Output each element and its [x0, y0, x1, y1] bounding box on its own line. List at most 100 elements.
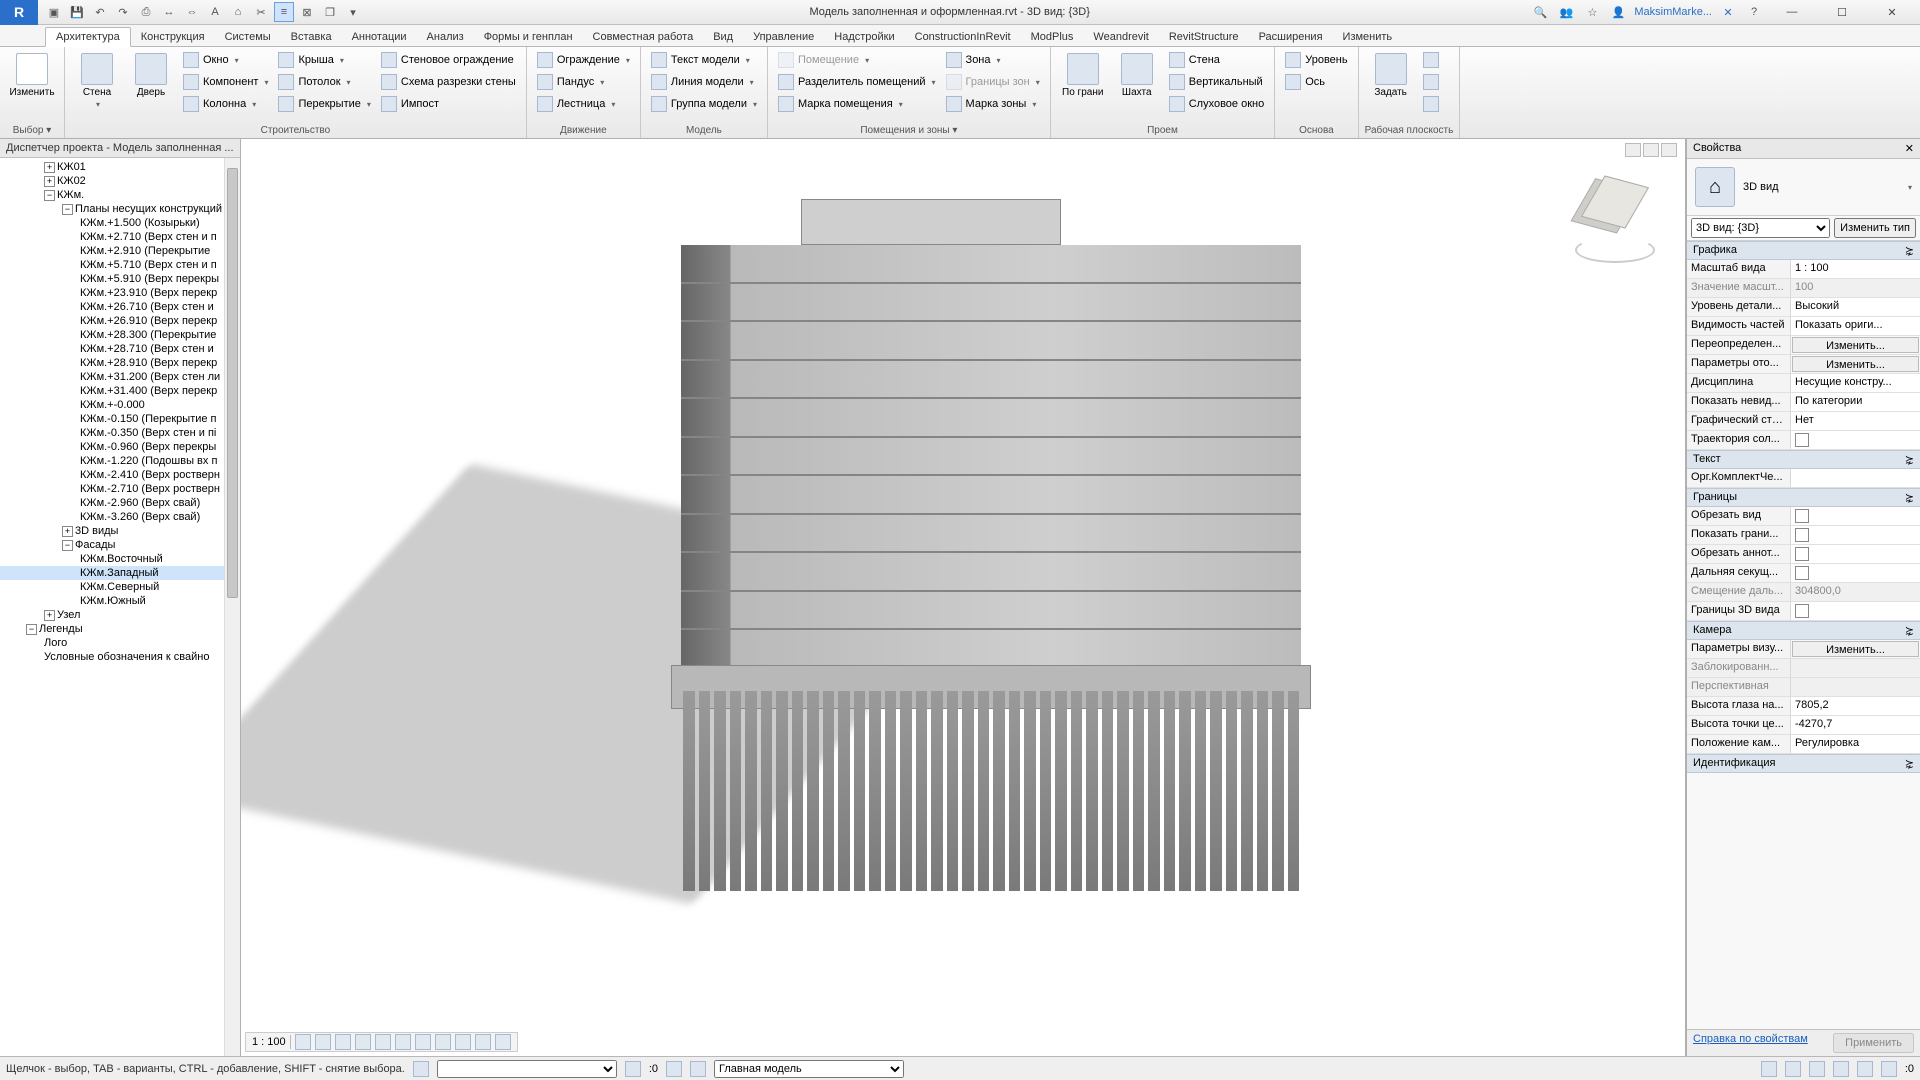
workset-icon[interactable]: [413, 1061, 429, 1077]
3d-icon[interactable]: ⌂: [228, 2, 248, 22]
qat-dropdown-icon[interactable]: ▾: [343, 2, 363, 22]
shadows-icon[interactable]: [355, 1034, 371, 1050]
maximize-button[interactable]: ☐: [1820, 0, 1864, 24]
ribbon-item[interactable]: Слуховое окно: [1165, 93, 1269, 115]
ribbon-item[interactable]: Ограждение▾: [533, 49, 634, 71]
property-group-header[interactable]: Графика⋩: [1687, 241, 1920, 260]
ribbon-item[interactable]: Колонна▾: [179, 93, 272, 115]
tree-item[interactable]: КЖм.+5.910 (Верх перекры: [0, 272, 240, 286]
ribbon-tab-16[interactable]: Изменить: [1333, 28, 1403, 46]
select-links-icon[interactable]: [1761, 1061, 1777, 1077]
tree-item[interactable]: + КЖ02: [0, 174, 240, 188]
property-value[interactable]: [1791, 507, 1920, 525]
property-group-header[interactable]: Текст⋩: [1687, 450, 1920, 469]
text-icon[interactable]: A: [205, 2, 225, 22]
signin-icon[interactable]: 👤: [1608, 2, 1628, 22]
editable-only-icon[interactable]: [666, 1061, 682, 1077]
expand-icon[interactable]: +: [44, 176, 55, 187]
redo-icon[interactable]: ↷: [113, 2, 133, 22]
properties-body[interactable]: Графика⋩Масштаб вида1 : 100Значение масш…: [1687, 241, 1920, 1029]
tree-item[interactable]: КЖм.+23.910 (Верх перекр: [0, 286, 240, 300]
property-value[interactable]: 7805,2: [1791, 697, 1920, 715]
ribbon-item[interactable]: Окно▾: [179, 49, 272, 71]
edit-type-button[interactable]: Изменить тип: [1834, 218, 1916, 238]
property-value[interactable]: Регулировка: [1791, 735, 1920, 753]
property-value[interactable]: [1791, 526, 1920, 544]
property-value[interactable]: [1791, 678, 1920, 696]
tree-item[interactable]: КЖм.+26.910 (Верх перекр: [0, 314, 240, 328]
ribbon-tab-10[interactable]: Надстройки: [824, 28, 904, 46]
measure-icon[interactable]: ↔: [159, 2, 179, 22]
close-icon[interactable]: ✕: [1905, 142, 1914, 155]
reveal-icon[interactable]: [475, 1034, 491, 1050]
lock-icon[interactable]: [435, 1034, 451, 1050]
ribbon-item[interactable]: Группа модели▾: [647, 93, 761, 115]
view-scale[interactable]: 1 : 100: [252, 1036, 286, 1048]
select-underlay-icon[interactable]: [1785, 1061, 1801, 1077]
property-value[interactable]: Показать ориги...: [1791, 317, 1920, 335]
close-inactive-icon[interactable]: ⊠: [297, 2, 317, 22]
tree-item[interactable]: КЖм.-0.150 (Перекрытие п: [0, 412, 240, 426]
comm-icon[interactable]: 👥: [1556, 2, 1576, 22]
ribbon-item[interactable]: Зона▾: [942, 49, 1044, 71]
ribbon-tab-11[interactable]: ConstructionInRevit: [905, 28, 1021, 46]
tree-item[interactable]: Условные обозначения к свайно: [0, 650, 240, 664]
ribbon-tab-6[interactable]: Формы и генплан: [474, 28, 583, 46]
property-value[interactable]: [1791, 431, 1920, 449]
ribbon-item[interactable]: Лестница▾: [533, 93, 634, 115]
ribbon-item[interactable]: Стеновое ограждение: [377, 49, 520, 71]
ribbon-tab-8[interactable]: Вид: [703, 28, 743, 46]
tree-item[interactable]: КЖм.Северный: [0, 580, 240, 594]
property-value[interactable]: 100: [1791, 279, 1920, 297]
align-icon[interactable]: ⇔: [182, 2, 202, 22]
expand-icon[interactable]: −: [44, 190, 55, 201]
ribbon-item[interactable]: Разделитель помещений▾: [774, 71, 940, 93]
ribbon-tab-0[interactable]: Архитектура: [45, 27, 131, 47]
ribbon-item[interactable]: Границы зон▾: [942, 71, 1044, 93]
search-icon[interactable]: 🔍: [1530, 2, 1550, 22]
ribbon-item[interactable]: Марка зоны▾: [942, 93, 1044, 115]
property-value[interactable]: Изменить...: [1792, 641, 1919, 657]
view-canvas[interactable]: [241, 139, 1685, 1056]
scrollbar[interactable]: [224, 158, 240, 1056]
ribbon-item[interactable]: Марка помещения▾: [774, 93, 940, 115]
view-3d[interactable]: 1 : 100: [241, 139, 1686, 1056]
ribbon-tab-2[interactable]: Системы: [215, 28, 281, 46]
drag-icon[interactable]: [1857, 1061, 1873, 1077]
tree-item[interactable]: КЖм.-3.260 (Верх свай): [0, 510, 240, 524]
apply-button[interactable]: Применить: [1833, 1033, 1914, 1053]
ribbon-tab-13[interactable]: Weandrevit: [1083, 28, 1158, 46]
door-button[interactable]: Дверь: [125, 49, 177, 102]
save-icon[interactable]: 💾: [67, 2, 87, 22]
minimize-button[interactable]: —: [1770, 0, 1814, 24]
tree-item[interactable]: КЖм.+31.200 (Верх стен ли: [0, 370, 240, 384]
by-face-button[interactable]: По грани: [1057, 49, 1109, 102]
tree-item[interactable]: КЖм.-1.220 (Подошвы вх п: [0, 454, 240, 468]
tree-item[interactable]: КЖм.-0.960 (Верх перекры: [0, 440, 240, 454]
tree-item[interactable]: КЖм.+31.400 (Верх перекр: [0, 384, 240, 398]
close-button[interactable]: ✕: [1870, 0, 1914, 24]
crop-icon[interactable]: [395, 1034, 411, 1050]
ribbon-item[interactable]: Пандус▾: [533, 71, 634, 93]
filter-icon[interactable]: [1881, 1061, 1897, 1077]
ribbon-item[interactable]: Потолок▾: [274, 71, 374, 93]
tree-item[interactable]: КЖм.-2.410 (Верх ростверн: [0, 468, 240, 482]
open-icon[interactable]: ▣: [44, 2, 64, 22]
property-value[interactable]: Изменить...: [1792, 356, 1919, 372]
ribbon-tab-14[interactable]: RevitStructure: [1159, 28, 1249, 46]
switch-windows-icon[interactable]: ❐: [320, 2, 340, 22]
property-group-header[interactable]: Идентификация⋩: [1687, 754, 1920, 773]
project-browser-tree[interactable]: + КЖ01+ КЖ02− КЖм.− Планы несущих констр…: [0, 158, 240, 1056]
property-value[interactable]: [1791, 659, 1920, 677]
tree-item[interactable]: КЖм.-2.710 (Верх ростверн: [0, 482, 240, 496]
tree-item[interactable]: КЖм.+2.910 (Перекрытие: [0, 244, 240, 258]
expand-icon[interactable]: +: [62, 526, 73, 537]
tree-item[interactable]: КЖм.Западный: [0, 566, 240, 580]
ribbon-tab-9[interactable]: Управление: [743, 28, 824, 46]
property-value[interactable]: 1 : 100: [1791, 260, 1920, 278]
tree-item[interactable]: − Планы несущих конструкций: [0, 202, 240, 216]
exchange-icon[interactable]: ✕: [1718, 2, 1738, 22]
expand-icon[interactable]: +: [44, 610, 55, 621]
ribbon-item[interactable]: Текст модели▾: [647, 49, 761, 71]
properties-help-link[interactable]: Справка по свойствам: [1693, 1033, 1808, 1053]
